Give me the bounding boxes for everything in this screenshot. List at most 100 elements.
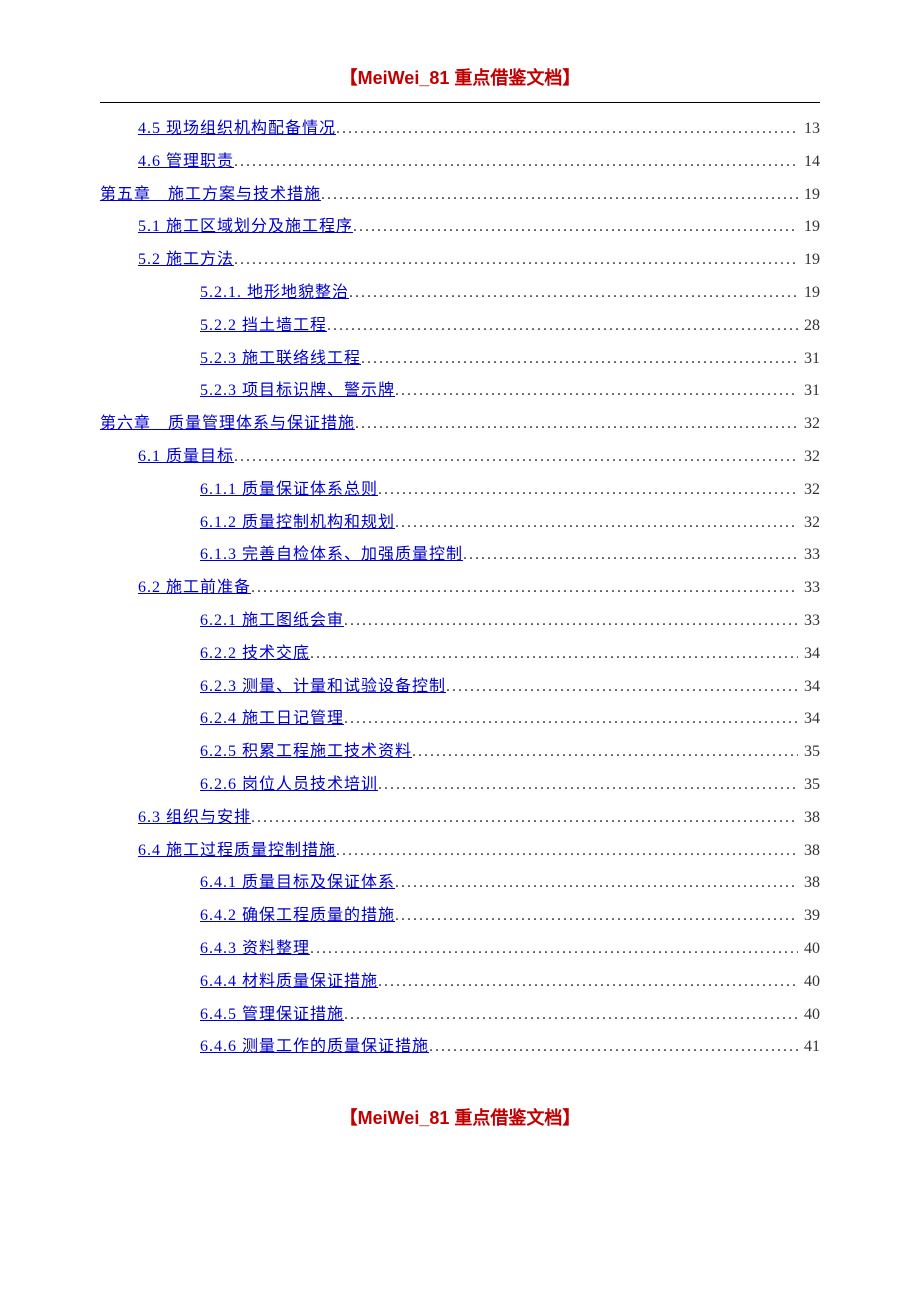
toc-page-number: 34 bbox=[798, 703, 820, 736]
table-of-contents: 4.5 现场组织机构配备情况134.6 管理职责14第五章 施工方案与技术措施1… bbox=[100, 113, 820, 1064]
toc-link[interactable]: 6.4.3 资料整理 bbox=[200, 933, 310, 966]
toc-page-number: 33 bbox=[798, 572, 820, 605]
toc-page-number: 19 bbox=[798, 244, 820, 277]
toc-link[interactable]: 5.1 施工区域划分及施工程序 bbox=[138, 211, 353, 244]
toc-leader-dots bbox=[251, 802, 798, 835]
toc-page-number: 34 bbox=[798, 638, 820, 671]
toc-page-number: 19 bbox=[798, 211, 820, 244]
toc-link[interactable]: 6.1.3 完善自检体系、加强质量控制 bbox=[200, 539, 463, 572]
toc-link[interactable]: 6.2.1 施工图纸会审 bbox=[200, 605, 344, 638]
toc-entry: 6.4.2 确保工程质量的措施 39 bbox=[100, 900, 820, 933]
toc-page-number: 33 bbox=[798, 539, 820, 572]
toc-entry: 6.1.2 质量控制机构和规划32 bbox=[100, 507, 820, 540]
toc-leader-dots bbox=[378, 474, 798, 507]
toc-leader-dots bbox=[355, 408, 798, 441]
toc-leader-dots bbox=[395, 507, 798, 540]
toc-link[interactable]: 6.2.5 积累工程施工技术资料 bbox=[200, 736, 412, 769]
toc-entry: 第六章 质量管理体系与保证措施 32 bbox=[100, 408, 820, 441]
toc-entry: 6.2 施工前准备 33 bbox=[100, 572, 820, 605]
toc-link[interactable]: 6.2.2 技术交底 bbox=[200, 638, 310, 671]
toc-page-number: 39 bbox=[798, 900, 820, 933]
toc-leader-dots bbox=[344, 999, 798, 1032]
toc-entry: 6.2.5 积累工程施工技术资料 35 bbox=[100, 736, 820, 769]
toc-link[interactable]: 6.4 施工过程质量控制措施 bbox=[138, 835, 336, 868]
toc-page-number: 38 bbox=[798, 867, 820, 900]
toc-leader-dots bbox=[310, 638, 798, 671]
toc-page-number: 13 bbox=[798, 113, 820, 146]
toc-entry: 6.4.4 材料质量保证措施 40 bbox=[100, 966, 820, 999]
toc-link[interactable]: 6.2 施工前准备 bbox=[138, 572, 251, 605]
toc-entry: 第五章 施工方案与技术措施19 bbox=[100, 179, 820, 212]
toc-entry: 6.1.1 质量保证体系总则32 bbox=[100, 474, 820, 507]
toc-leader-dots bbox=[446, 671, 798, 704]
toc-leader-dots bbox=[234, 244, 798, 277]
toc-entry: 6.1 质量目标 32 bbox=[100, 441, 820, 474]
toc-leader-dots bbox=[310, 933, 798, 966]
toc-entry: 6.4.5 管理保证措施 40 bbox=[100, 999, 820, 1032]
toc-link[interactable]: 第六章 质量管理体系与保证措施 bbox=[100, 408, 355, 441]
toc-link[interactable]: 5.2.1. 地形地貌整治 bbox=[200, 277, 349, 310]
toc-page-number: 35 bbox=[798, 736, 820, 769]
toc-link[interactable]: 5.2.2 挡土墙工程 bbox=[200, 310, 327, 343]
toc-page-number: 38 bbox=[798, 835, 820, 868]
toc-link[interactable]: 第五章 施工方案与技术措施 bbox=[100, 179, 321, 212]
toc-leader-dots bbox=[361, 343, 798, 376]
toc-entry: 5.2.3 项目标识牌、警示牌31 bbox=[100, 375, 820, 408]
toc-link[interactable]: 4.5 现场组织机构配备情况 bbox=[138, 113, 336, 146]
toc-link[interactable]: 6.4.2 确保工程质量的措施 bbox=[200, 900, 395, 933]
toc-leader-dots bbox=[378, 966, 798, 999]
toc-link[interactable]: 6.3 组织与安排 bbox=[138, 802, 251, 835]
toc-leader-dots bbox=[395, 900, 798, 933]
toc-entry: 5.2.3 施工联络线工程 31 bbox=[100, 343, 820, 376]
toc-page-number: 34 bbox=[798, 671, 820, 704]
toc-entry: 6.4.1 质量目标及保证体系 38 bbox=[100, 867, 820, 900]
toc-leader-dots bbox=[344, 605, 798, 638]
toc-leader-dots bbox=[321, 179, 798, 212]
toc-leader-dots bbox=[234, 146, 798, 179]
toc-link[interactable]: 6.4.5 管理保证措施 bbox=[200, 999, 344, 1032]
toc-entry: 5.2.2 挡土墙工程 28 bbox=[100, 310, 820, 343]
toc-link[interactable]: 5.2 施工方法 bbox=[138, 244, 234, 277]
toc-link[interactable]: 5.2.3 项目标识牌、警示牌 bbox=[200, 375, 395, 408]
toc-link[interactable]: 5.2.3 施工联络线工程 bbox=[200, 343, 361, 376]
toc-link[interactable]: 6.1 质量目标 bbox=[138, 441, 234, 474]
toc-entry: 6.2.2 技术交底 34 bbox=[100, 638, 820, 671]
toc-leader-dots bbox=[412, 736, 798, 769]
toc-entry: 4.6 管理职责 14 bbox=[100, 146, 820, 179]
toc-page-number: 33 bbox=[798, 605, 820, 638]
toc-link[interactable]: 6.1.1 质量保证体系总则 bbox=[200, 474, 378, 507]
toc-leader-dots bbox=[353, 211, 798, 244]
toc-entry: 6.3 组织与安排 38 bbox=[100, 802, 820, 835]
toc-link[interactable]: 6.4.6 测量工作的质量保证措施 bbox=[200, 1031, 429, 1064]
toc-leader-dots bbox=[336, 113, 798, 146]
toc-entry: 6.2.6 岗位人员技术培训 35 bbox=[100, 769, 820, 802]
toc-entry: 5.2.1. 地形地貌整治 19 bbox=[100, 277, 820, 310]
toc-link[interactable]: 6.2.4 施工日记管理 bbox=[200, 703, 344, 736]
page-footer: 【MeiWei_81 重点借鉴文档】 bbox=[100, 1104, 820, 1130]
toc-entry: 6.2.3 测量、计量和试验设备控制 34 bbox=[100, 671, 820, 704]
toc-page-number: 35 bbox=[798, 769, 820, 802]
toc-link[interactable]: 6.1.2 质量控制机构和规划 bbox=[200, 507, 395, 540]
toc-page-number: 40 bbox=[798, 966, 820, 999]
toc-page-number: 19 bbox=[798, 277, 820, 310]
toc-entry: 6.2.4 施工日记管理 34 bbox=[100, 703, 820, 736]
toc-page-number: 40 bbox=[798, 999, 820, 1032]
header-rule bbox=[100, 102, 820, 103]
toc-page-number: 32 bbox=[798, 408, 820, 441]
toc-page-number: 40 bbox=[798, 933, 820, 966]
toc-leader-dots bbox=[251, 572, 798, 605]
toc-page-number: 38 bbox=[798, 802, 820, 835]
toc-entry: 6.2.1 施工图纸会审 33 bbox=[100, 605, 820, 638]
toc-leader-dots bbox=[234, 441, 798, 474]
toc-link[interactable]: 6.4.1 质量目标及保证体系 bbox=[200, 867, 395, 900]
toc-page-number: 31 bbox=[798, 343, 820, 376]
toc-link[interactable]: 4.6 管理职责 bbox=[138, 146, 234, 179]
toc-link[interactable]: 6.2.3 测量、计量和试验设备控制 bbox=[200, 671, 446, 704]
toc-page-number: 32 bbox=[798, 441, 820, 474]
toc-entry: 6.4 施工过程质量控制措施 38 bbox=[100, 835, 820, 868]
toc-entry: 6.4.6 测量工作的质量保证措施41 bbox=[100, 1031, 820, 1064]
toc-page-number: 14 bbox=[798, 146, 820, 179]
toc-link[interactable]: 6.2.6 岗位人员技术培训 bbox=[200, 769, 378, 802]
toc-page-number: 28 bbox=[798, 310, 820, 343]
toc-link[interactable]: 6.4.4 材料质量保证措施 bbox=[200, 966, 378, 999]
